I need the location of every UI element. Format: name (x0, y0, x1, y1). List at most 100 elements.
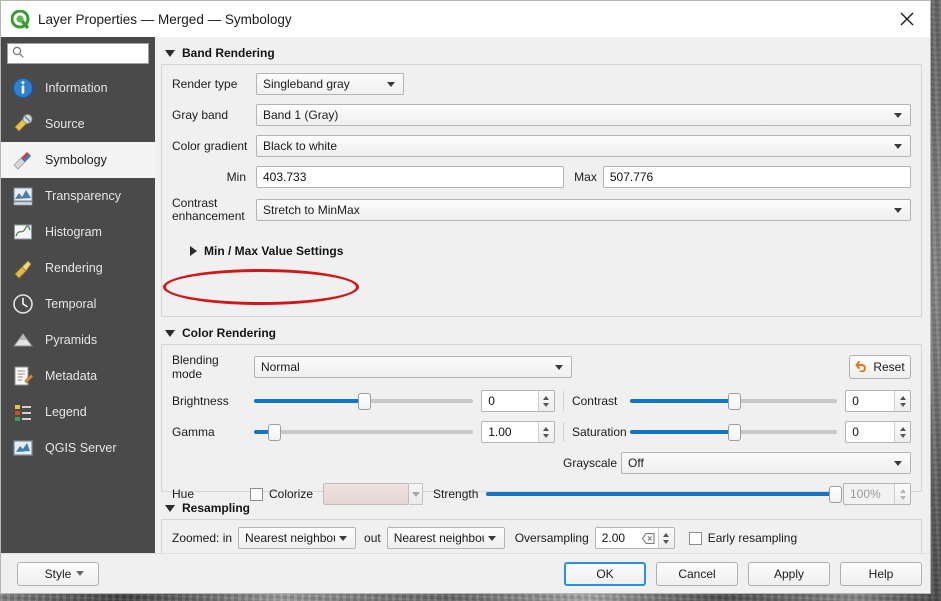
reset-button[interactable]: Reset (849, 355, 911, 379)
title-bar: Layer Properties — Merged — Symbology (1, 1, 930, 37)
blending-mode-combo[interactable]: Normal (254, 356, 572, 378)
grayscale-combo[interactable]: Off (621, 452, 911, 474)
spinner-buttons[interactable] (894, 484, 910, 504)
color-rendering-section-header[interactable]: Color Rendering (161, 323, 922, 344)
gamma-label: Gamma (172, 425, 215, 439)
max-input[interactable]: 507.776 (602, 166, 912, 188)
source-icon (11, 112, 35, 136)
cancel-button[interactable]: Cancel (656, 561, 738, 586)
sidebar-item-legend[interactable]: Legend (1, 394, 155, 430)
sidebar-item-label: Information (45, 81, 108, 95)
apply-button[interactable]: Apply (748, 561, 830, 586)
blending-mode-value: Normal (261, 360, 300, 374)
sidebar-item-label: Symbology (45, 153, 107, 167)
sidebar-item-symbology[interactable]: Symbology (1, 142, 155, 178)
gray-band-label: Gray band (172, 108, 229, 122)
apply-label: Apply (773, 566, 805, 581)
sidebar-item-qgis-server[interactable]: QGIS Server (1, 430, 155, 466)
spinner-buttons[interactable] (537, 422, 554, 442)
band-rendering-section-header[interactable]: Band Rendering (161, 43, 922, 64)
zoomed-out-combo[interactable]: Nearest neighbour (386, 527, 505, 549)
chevron-down-icon (894, 460, 902, 466)
sidebar-item-label: Transparency (45, 189, 121, 203)
color-rendering-title: Color Rendering (182, 326, 277, 340)
sidebar-item-label: Metadata (45, 369, 98, 383)
reset-label: Reset (873, 360, 905, 374)
close-icon[interactable] (884, 1, 930, 37)
min-label: Min (226, 170, 246, 184)
color-gradient-row: Color gradient Black to white (172, 135, 911, 157)
pyramids-icon (11, 328, 35, 352)
brightness-spinbox[interactable]: 0 (481, 390, 555, 412)
oversampling-spinbox[interactable]: 2.00 (594, 527, 675, 549)
blending-mode-row: Blending mode Normal Reset (172, 353, 911, 381)
collapse-triangle-icon (165, 49, 175, 57)
contrast-enhancement-label: Contrast enhancement (172, 197, 252, 223)
style-button[interactable]: Style (17, 561, 99, 586)
colorize-checkbox[interactable] (250, 487, 263, 501)
sidebar-item-label: Histogram (45, 225, 102, 239)
gamma-saturation-row: Gamma 1.00 Saturation 0 (172, 421, 911, 443)
contrast-enhancement-combo[interactable]: Stretch to MinMax (256, 199, 911, 221)
panel-splitter-handle[interactable] (155, 313, 156, 335)
transparency-icon (11, 184, 35, 208)
min-max-value-settings-header[interactable]: Min / Max Value Settings (172, 241, 911, 262)
gamma-slider[interactable] (254, 423, 474, 441)
sidebar-item-pyramids[interactable]: Pyramids (1, 322, 155, 358)
sidebar-item-rendering[interactable]: Rendering (1, 250, 155, 286)
min-input[interactable]: 403.733 (256, 166, 565, 188)
color-gradient-combo[interactable]: Black to white (256, 135, 911, 157)
hue-label: Hue (172, 487, 195, 501)
color-swatch-dropdown[interactable] (409, 483, 424, 505)
brightness-contrast-row: Brightness 0 Contrast 0 (172, 390, 911, 412)
oversampling-label: Oversampling (514, 531, 589, 545)
expand-triangle-icon (190, 246, 197, 256)
contrast-label: Contrast (571, 394, 618, 408)
min-max-row: Min 403.733 Max 507.776 (172, 166, 912, 188)
contrast-enhancement-value: Stretch to MinMax (263, 203, 360, 217)
ok-label: OK (596, 566, 614, 581)
zoomed-out-value: Nearest neighbour (393, 531, 484, 545)
strength-slider[interactable] (486, 485, 842, 503)
spinner-buttons[interactable] (894, 422, 910, 442)
spinner-buttons[interactable] (537, 391, 554, 411)
search-input[interactable] (28, 45, 144, 62)
help-button[interactable]: Help (840, 561, 922, 586)
gray-band-row: Gray band Band 1 (Gray) (172, 104, 911, 126)
contrast-spinbox[interactable]: 0 (845, 390, 911, 412)
strength-label: Strength (433, 487, 479, 501)
gamma-spinbox[interactable]: 1.00 (481, 421, 555, 443)
render-type-combo[interactable]: Singleband gray (256, 73, 404, 95)
brightness-slider[interactable] (254, 392, 474, 410)
ok-button[interactable]: OK (564, 561, 646, 586)
sidebar-item-histogram[interactable]: Histogram (1, 214, 155, 250)
gray-band-combo[interactable]: Band 1 (Gray) (256, 104, 911, 126)
histogram-icon (11, 220, 35, 244)
sidebar-item-source[interactable]: Source (1, 106, 155, 142)
sidebar-item-label: Source (45, 117, 85, 131)
saturation-spinbox[interactable]: 0 (845, 421, 911, 443)
sidebar-item-transparency[interactable]: Transparency (1, 178, 155, 214)
spinner-buttons[interactable] (657, 528, 674, 548)
sidebar-item-information[interactable]: Information (1, 70, 155, 106)
clear-icon[interactable] (641, 532, 655, 544)
strength-spinbox[interactable]: 100% (843, 483, 911, 505)
chevron-down-icon (387, 81, 395, 87)
early-resampling-checkbox[interactable] (688, 531, 702, 545)
sidebar-item-temporal[interactable]: Temporal (1, 286, 155, 322)
dialog-button-bar: Style OK Cancel Apply Help (1, 553, 930, 593)
gamma-value: 1.00 (488, 425, 512, 439)
symbology-icon (11, 148, 35, 172)
sidebar-item-label: QGIS Server (45, 441, 117, 455)
resampling-title: Resampling (182, 501, 251, 515)
band-rendering-title: Band Rendering (182, 46, 275, 60)
colorize-color-swatch[interactable] (323, 483, 410, 505)
band-rendering-group: Render type Singleband gray Gray band Ba… (161, 64, 922, 317)
contrast-slider[interactable] (629, 392, 838, 410)
search-box[interactable] (7, 43, 149, 64)
spinner-buttons[interactable] (894, 391, 910, 411)
saturation-slider[interactable] (629, 423, 838, 441)
zoomed-in-combo[interactable]: Nearest neighbour (238, 527, 357, 549)
sidebar-item-metadata[interactable]: Metadata (1, 358, 155, 394)
contrast-enhancement-label-line1: Contrast (172, 196, 218, 210)
